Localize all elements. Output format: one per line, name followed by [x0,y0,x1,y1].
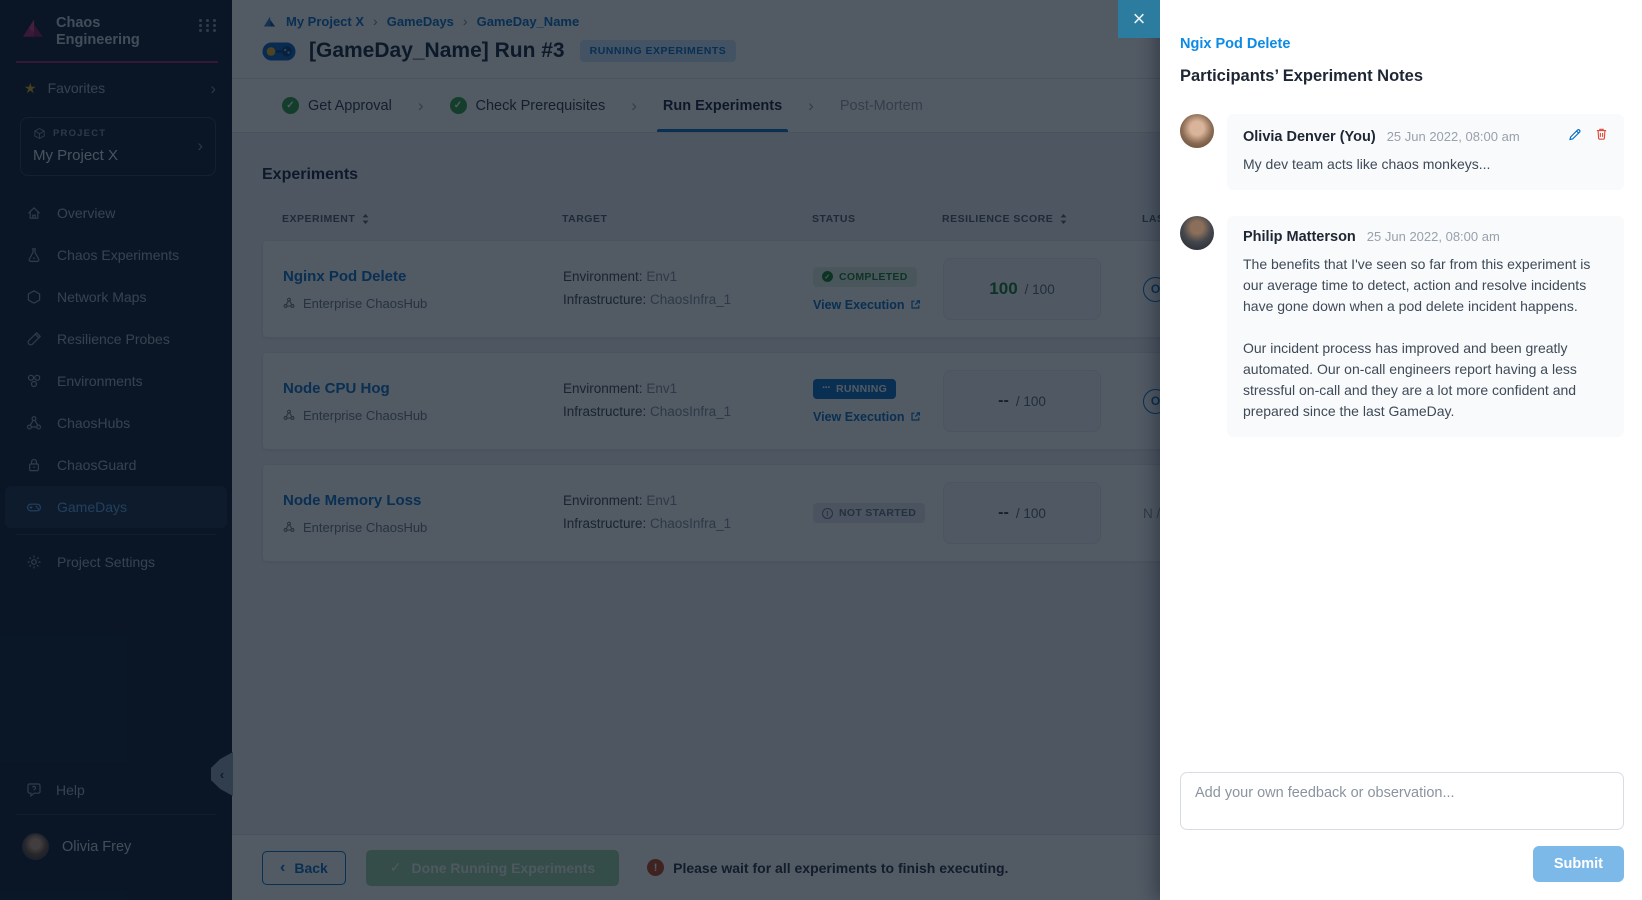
comment-body: The benefits that I've seen so far from … [1243,254,1608,422]
modal-overlay[interactable] [0,0,1160,900]
avatar [1180,216,1214,250]
comment-timestamp: 25 Jun 2022, 08:00 am [1367,229,1500,244]
edit-icon[interactable] [1568,127,1582,141]
delete-icon[interactable] [1595,127,1608,141]
comment-author: Philip Matterson [1243,229,1356,245]
feedback-input[interactable] [1180,772,1624,830]
comment-timestamp: 25 Jun 2022, 08:00 am [1387,129,1520,144]
comment: Olivia Denver (You) 25 Jun 2022, 08:00 a… [1180,114,1624,190]
feedback-composer: Submit [1180,772,1624,882]
close-icon[interactable] [1118,0,1160,38]
experiment-notes-drawer: Ngix Pod Delete Participants’ Experiment… [1160,0,1642,900]
avatar [1180,114,1214,148]
comment: Philip Matterson 25 Jun 2022, 08:00 am T… [1180,216,1624,437]
submit-button[interactable]: Submit [1533,846,1624,882]
comment-body: My dev team acts like chaos monkeys... [1243,154,1608,175]
comment-author: Olivia Denver (You) [1243,129,1376,145]
drawer-experiment-link[interactable]: Ngix Pod Delete [1180,36,1624,52]
drawer-title: Participants’ Experiment Notes [1180,67,1624,86]
